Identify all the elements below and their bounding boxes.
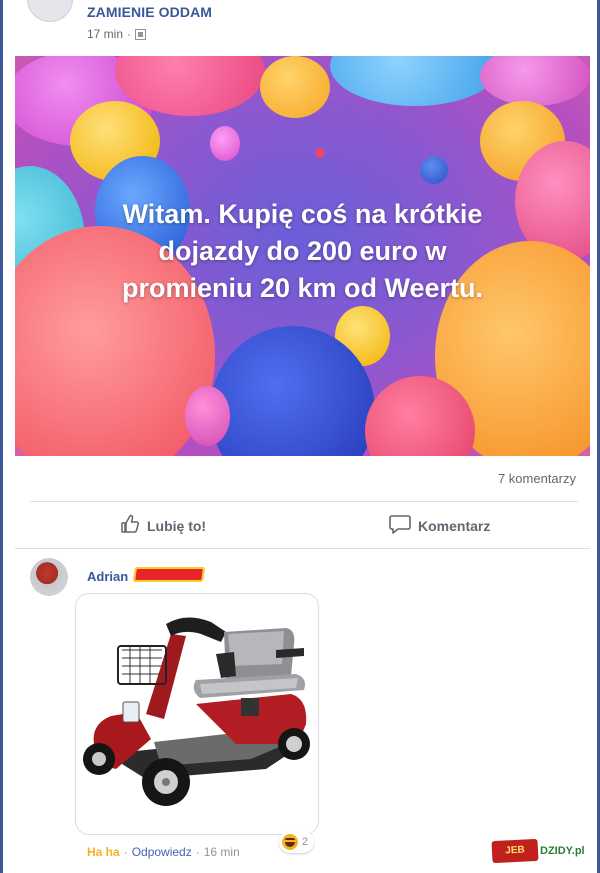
- like-label: Lubię to!: [147, 517, 207, 534]
- haha-emoji-icon: [282, 834, 298, 850]
- redacted-surname-scribble: [132, 567, 206, 582]
- comment-image-attachment[interactable]: [75, 593, 319, 835]
- balloon-decoration: [420, 156, 448, 184]
- comment-count-link[interactable]: 7 komentarzy: [498, 471, 576, 486]
- footer-separator: ·: [195, 845, 200, 859]
- mobility-scooter-image: [83, 617, 310, 806]
- comment-reaction-summary[interactable]: 2: [279, 831, 315, 853]
- post-text: Witam. Kupię coś na krótkie dojazdy do 2…: [15, 196, 590, 307]
- like-button[interactable]: Lubię to!: [120, 514, 206, 537]
- balloon-decoration: [185, 386, 230, 446]
- post-stats: 7 komentarzy: [3, 456, 597, 502]
- post-text-line: promieniu 20 km od Weertu.: [121, 273, 484, 303]
- comment-button[interactable]: Komentarz: [389, 514, 490, 537]
- group-audience-icon: [135, 28, 147, 40]
- site-watermark-logo: JEB DZIDY.pl: [491, 838, 595, 864]
- divider: [15, 548, 590, 549]
- comment-timestamp[interactable]: 16 min: [204, 845, 240, 859]
- balloon-decoration: [260, 56, 330, 118]
- post-timestamp[interactable]: 17 min: [87, 27, 123, 41]
- comment-label: Komentarz: [418, 517, 491, 534]
- haha-reaction-link[interactable]: Ha ha: [87, 845, 120, 859]
- watermark-left-text: JEB: [491, 838, 539, 864]
- footer-separator: ·: [123, 845, 128, 859]
- group-name-link[interactable]: ZAMIENIE ODDAM: [87, 4, 212, 20]
- group-avatar[interactable]: [27, 0, 73, 22]
- thumbs-up-icon: [120, 514, 140, 537]
- meta-separator: ·: [127, 27, 132, 41]
- commenter-name-link[interactable]: Adrian: [87, 569, 128, 584]
- balloon-decoration: [210, 126, 240, 161]
- post-header: ZAMIENIE ODDAM 17 min ·: [3, 0, 597, 56]
- post-text-line: Witam. Kupię coś na krótkie: [122, 199, 483, 229]
- post-background-image[interactable]: Witam. Kupię coś na krótkie dojazdy do 2…: [15, 56, 590, 456]
- post-meta: 17 min ·: [87, 27, 147, 41]
- balloon-decoration: [330, 56, 500, 106]
- balloon-decoration: [480, 56, 590, 106]
- post-actions: Lubię to! Komentarz: [3, 502, 597, 548]
- balloon-decoration: [315, 148, 325, 158]
- comment-footer: Ha ha · Odpowiedz · 16 min: [87, 845, 240, 859]
- reaction-count: 2: [302, 836, 309, 848]
- speech-bubble-icon: [389, 514, 411, 537]
- commenter-avatar[interactable]: [30, 558, 68, 596]
- post-text-line: dojazdy do 200 euro w: [158, 236, 447, 266]
- post-card: ZAMIENIE ODDAM 17 min · Witam. Kupię coś…: [3, 0, 597, 873]
- reply-link[interactable]: Odpowiedz: [132, 845, 192, 859]
- watermark-right-text: DZIDY.pl: [540, 845, 585, 857]
